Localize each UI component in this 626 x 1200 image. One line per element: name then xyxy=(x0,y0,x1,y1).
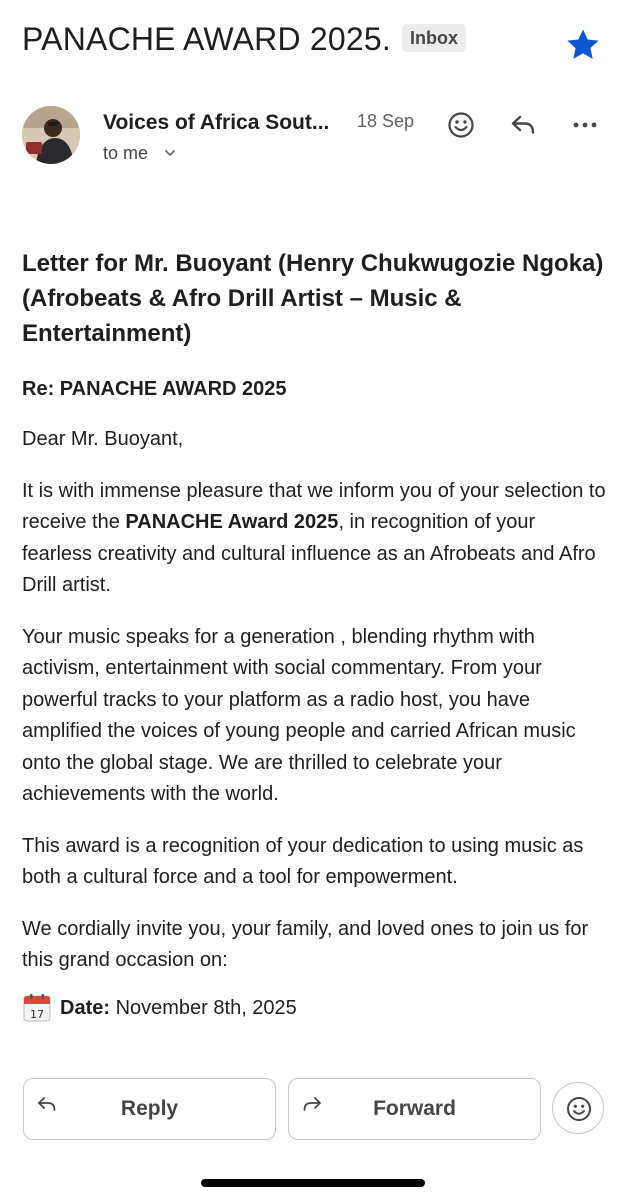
bottom-action-bar: Reply Forward xyxy=(0,1066,626,1200)
event-date-label: Date: xyxy=(60,996,111,1019)
sender-name[interactable]: Voices of Africa Sout... xyxy=(103,111,329,135)
letter-title: Letter for Mr. Buoyant (Henry Chukwugozi… xyxy=(22,250,604,347)
letter-paragraph-1: It is with immense pleasure that we info… xyxy=(22,476,606,602)
more-horizontal-icon[interactable] xyxy=(570,110,600,140)
home-indicator[interactable] xyxy=(201,1179,425,1187)
event-date-value: November 8th, 2025 xyxy=(110,996,297,1019)
svg-text:17: 17 xyxy=(30,1008,44,1021)
reply-button[interactable]: Reply xyxy=(23,1078,276,1140)
forward-button-label: Forward xyxy=(373,1097,456,1120)
letter-greeting: Dear Mr. Buoyant, xyxy=(22,428,184,450)
letter-re-line: Re: PANACHE AWARD 2025 xyxy=(22,378,287,400)
reply-button-label: Reply xyxy=(120,1097,179,1120)
star-icon[interactable] xyxy=(564,26,602,64)
calendar-icon: 17 xyxy=(23,993,51,1021)
p1-award-name: PANACHE Award 2025 xyxy=(125,511,339,533)
forward-button[interactable]: Forward xyxy=(288,1078,541,1140)
chevron-down-icon[interactable] xyxy=(164,149,176,157)
recipient-label[interactable]: to me xyxy=(103,143,148,164)
letter-paragraph-2: Your music speaks for a generation , ble… xyxy=(22,625,576,806)
reply-icon[interactable] xyxy=(508,110,538,140)
event-date-line: 17 Date: November 8th, 2025 xyxy=(22,993,606,1023)
inbox-label-badge[interactable]: Inbox xyxy=(402,24,466,52)
emoji-react-icon[interactable] xyxy=(446,110,476,140)
message-body: Letter for Mr. Buoyant (Henry Chukwugozi… xyxy=(22,246,606,1023)
sender-row: Voices of Africa Sout... 18 Sep to me xyxy=(22,104,612,168)
emoji-react-icon xyxy=(567,1097,591,1121)
sender-avatar[interactable] xyxy=(22,106,80,164)
letter-paragraph-4: We cordially invite you, your family, an… xyxy=(22,917,589,972)
email-subject: PANACHE AWARD 2025. xyxy=(22,21,391,57)
subject-row: PANACHE AWARD 2025. Inbox xyxy=(22,18,612,68)
emoji-react-button[interactable] xyxy=(552,1082,604,1134)
letter-paragraph-3: This award is a recognition of your dedi… xyxy=(22,834,584,889)
email-date: 18 Sep xyxy=(357,111,415,131)
